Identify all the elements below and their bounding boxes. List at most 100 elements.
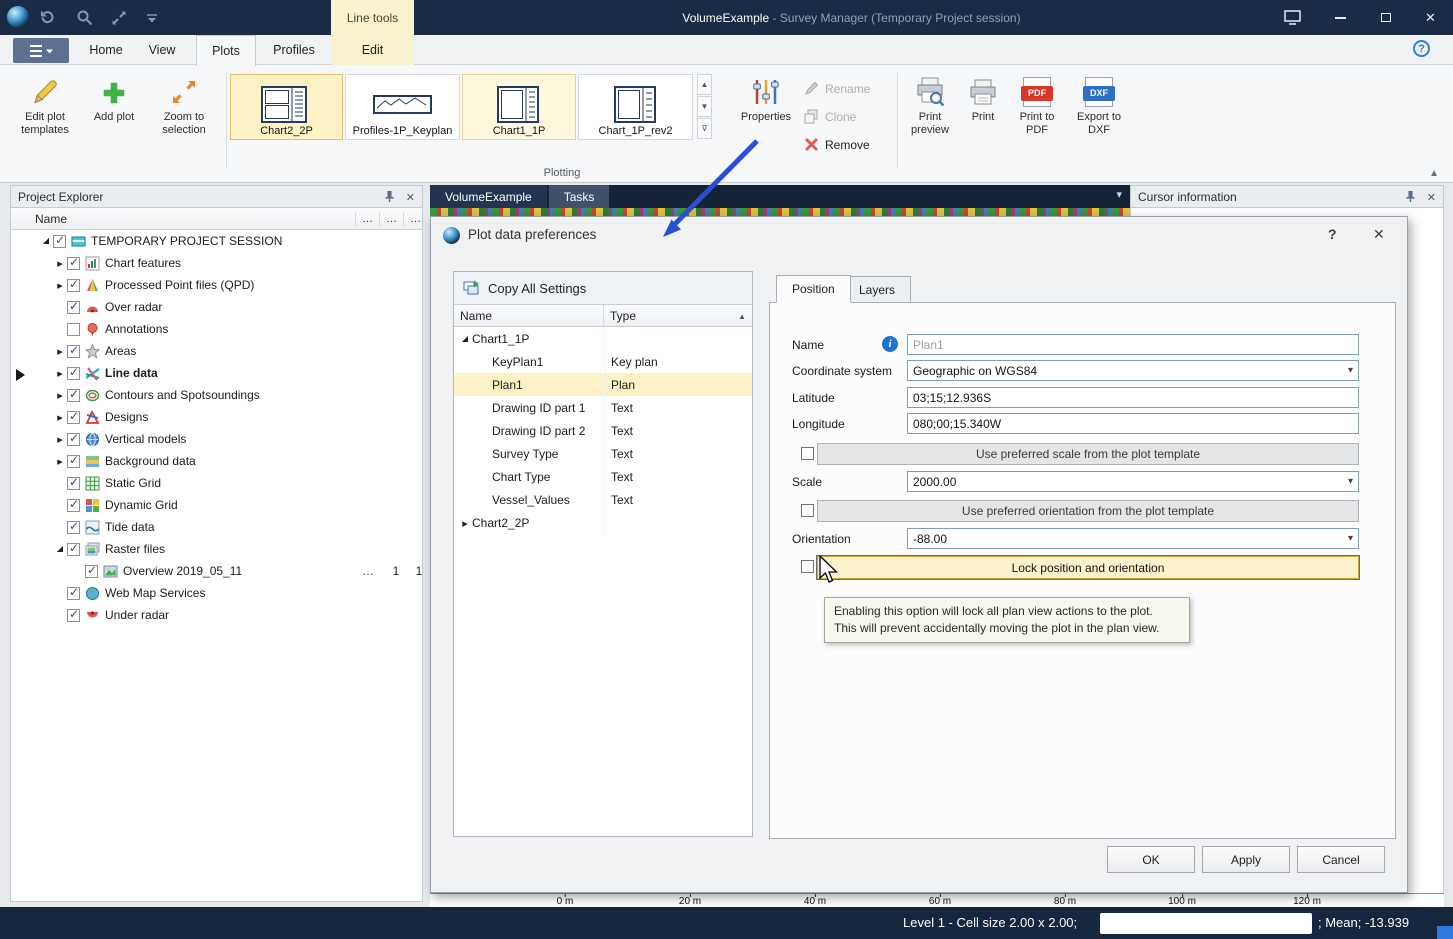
checkbox[interactable] <box>67 477 80 490</box>
zoom-to-selection-button[interactable]: Zoom to selection <box>146 71 222 165</box>
apply-button[interactable]: Apply <box>1202 846 1290 873</box>
row-ellipsis[interactable]: … <box>359 564 377 578</box>
expander-icon[interactable] <box>53 410 67 424</box>
lock-position-checkbox[interactable] <box>801 560 814 573</box>
checkbox[interactable] <box>67 433 80 446</box>
tab-position[interactable]: Position <box>776 275 851 303</box>
add-plot-button[interactable]: Add plot <box>86 71 142 165</box>
tree-item[interactable]: Under radar <box>11 604 422 626</box>
orientation-dropdown[interactable]: -88.00 <box>907 528 1359 549</box>
remove-button[interactable]: Remove <box>800 132 895 157</box>
gallery-item-chart1-1p[interactable]: Chart1_1P <box>462 74 576 140</box>
use-preferred-scale-checkbox[interactable] <box>801 447 814 460</box>
plot-row-chart2-2p[interactable]: Chart2_2P <box>454 511 752 534</box>
cancel-button[interactable]: Cancel <box>1297 846 1385 873</box>
tab-tasks[interactable]: Tasks <box>549 185 610 208</box>
checkbox[interactable] <box>67 323 80 336</box>
gallery-scroll-up-button[interactable]: ▲ <box>697 74 712 95</box>
tab-edit-contextual[interactable]: Edit <box>331 35 414 65</box>
name-input[interactable] <box>907 334 1359 355</box>
coordinate-system-dropdown[interactable]: Geographic on WGS84 <box>907 360 1359 381</box>
latitude-input[interactable] <box>907 387 1359 408</box>
tree-item[interactable]: Line data <box>11 362 422 384</box>
sort-ascending-icon[interactable] <box>738 312 746 321</box>
help-icon[interactable] <box>1413 40 1430 57</box>
expander-icon[interactable] <box>458 332 472 346</box>
close-button[interactable] <box>1408 0 1453 35</box>
app-logo-icon[interactable] <box>7 6 29 28</box>
checkbox[interactable] <box>67 389 80 402</box>
checkbox[interactable] <box>67 411 80 424</box>
gallery-item-chart2-2p[interactable]: Chart2_2P <box>230 74 343 140</box>
plot-row-chart-type[interactable]: Chart TypeText <box>454 465 752 488</box>
tree-item[interactable]: Chart features <box>11 252 422 274</box>
tree-item[interactable]: Processed Point files (QPD) <box>11 274 422 296</box>
properties-button[interactable]: Properties <box>737 71 795 165</box>
tree-item[interactable]: Vertical models <box>11 428 422 450</box>
name-column-header[interactable]: Name <box>454 305 604 326</box>
tree-item[interactable]: Designs <box>11 406 422 428</box>
plot-row-plan1-selected[interactable]: Plan1Plan <box>454 373 752 396</box>
close-panel-icon[interactable] <box>1427 190 1436 204</box>
minimize-button[interactable] <box>1318 0 1363 35</box>
tree-item[interactable]: TEMPORARY PROJECT SESSION <box>11 230 422 252</box>
tree-item[interactable]: Raster files <box>11 538 422 560</box>
tree-item[interactable]: Contours and Spotsoundings <box>11 384 422 406</box>
tree-item[interactable]: Over radar <box>11 296 422 318</box>
name-column-header[interactable]: Name <box>11 212 67 226</box>
expander-icon[interactable] <box>39 234 53 248</box>
gallery-item-profiles-1p-keyplan[interactable]: Profiles-1P_Keyplan <box>345 74 460 140</box>
expand-arrows-icon[interactable] <box>110 9 128 30</box>
info-icon[interactable]: i <box>882 336 898 352</box>
checkbox[interactable] <box>67 367 80 380</box>
tree-item[interactable]: Static Grid <box>11 472 422 494</box>
expander-icon[interactable] <box>53 256 67 270</box>
tree-item[interactable]: Web Map Services <box>11 582 422 604</box>
pin-icon[interactable] <box>1404 190 1417 203</box>
maximize-button[interactable] <box>1363 0 1408 35</box>
checkbox[interactable] <box>67 609 80 622</box>
close-panel-icon[interactable] <box>406 190 415 204</box>
tree-item[interactable]: Dynamic Grid <box>11 494 422 516</box>
checkbox[interactable] <box>67 587 80 600</box>
plot-row-drawing-id-1[interactable]: Drawing ID part 1Text <box>454 396 752 419</box>
tree-column-header[interactable]: Name … … … <box>11 208 422 230</box>
collapse-ribbon-icon[interactable]: ▲ <box>1429 168 1439 179</box>
pin-icon[interactable] <box>383 190 396 203</box>
edit-plot-templates-button[interactable]: Edit plot templates <box>8 71 82 165</box>
column-header-ellipsis[interactable]: … <box>379 212 403 226</box>
expander-icon[interactable] <box>53 432 67 446</box>
tree-item[interactable]: Overview 2019_05_11…11 <box>11 560 422 582</box>
checkbox[interactable] <box>67 521 80 534</box>
use-preferred-scale-bar[interactable]: Use preferred scale from the plot templa… <box>817 443 1359 465</box>
plot-row-vessel-values[interactable]: Vessel_ValuesText <box>454 488 752 511</box>
tree-item[interactable]: Background data <box>11 450 422 472</box>
type-column-header[interactable]: Type <box>604 309 752 323</box>
tab-view[interactable]: View <box>138 35 186 65</box>
gallery-item-chart-1p-rev2[interactable]: Chart_1P_rev2 <box>578 74 693 140</box>
print-preview-button[interactable]: Print preview <box>903 71 957 165</box>
magnifier-icon[interactable] <box>76 9 94 30</box>
tab-profiles[interactable]: Profiles <box>262 35 326 65</box>
checkbox[interactable] <box>67 455 80 468</box>
tab-home[interactable]: Home <box>82 35 130 65</box>
tree-item[interactable]: Areas <box>11 340 422 362</box>
ok-button[interactable]: OK <box>1107 846 1195 873</box>
checkbox[interactable] <box>67 257 80 270</box>
tab-list-dropdown-icon[interactable] <box>1116 188 1122 201</box>
print-to-pdf-button[interactable]: PDF Print to PDF <box>1010 71 1064 165</box>
expander-icon[interactable] <box>458 516 472 530</box>
tree-item[interactable]: Tide data <box>11 516 422 538</box>
print-button[interactable]: Print <box>960 71 1006 165</box>
customize-toolbar-icon[interactable] <box>146 13 158 27</box>
lock-position-bar[interactable]: Lock position and orientation <box>817 556 1359 579</box>
dialog-close-icon[interactable] <box>1373 226 1385 243</box>
map-view[interactable] <box>430 208 1130 216</box>
tree-item[interactable]: Annotations <box>11 318 422 340</box>
gallery-more-button[interactable]: ⊽ <box>697 118 712 139</box>
checkbox[interactable] <box>67 279 80 292</box>
checkbox[interactable] <box>53 235 66 248</box>
plot-row-survey-type[interactable]: Survey TypeText <box>454 442 752 465</box>
list-column-header[interactable]: Name Type <box>454 305 752 327</box>
export-to-dxf-button[interactable]: DXF Export to DXF <box>1068 71 1130 165</box>
